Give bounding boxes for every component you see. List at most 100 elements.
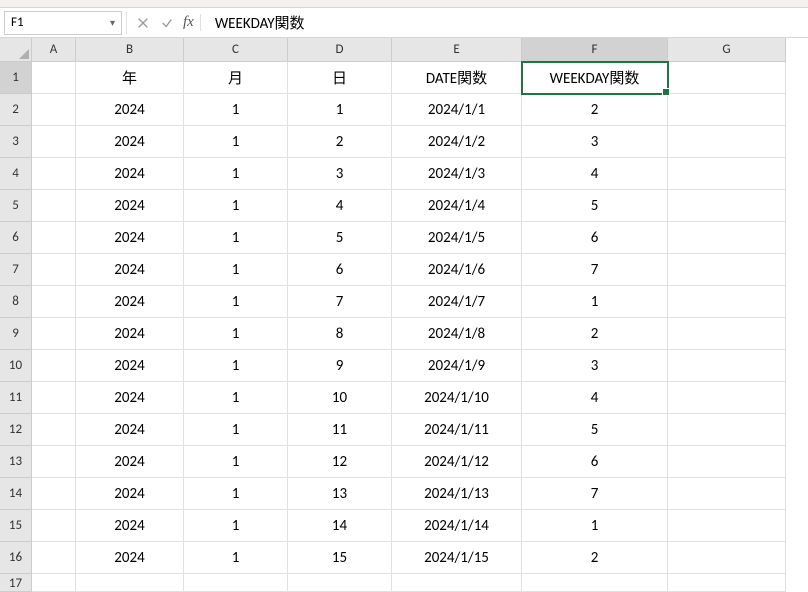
cell-B1[interactable]: 年 (76, 62, 184, 94)
cell-F17[interactable] (522, 574, 668, 592)
cell-E16[interactable]: 2024/1/15 (392, 542, 522, 574)
column-header-D[interactable]: D (288, 38, 392, 62)
cell-G17[interactable] (668, 574, 786, 592)
cell-F8[interactable]: 1 (522, 286, 668, 318)
cell-F6[interactable]: 6 (522, 222, 668, 254)
cell-B6[interactable]: 2024 (76, 222, 184, 254)
formula-input[interactable]: WEEKDAY関数 (211, 12, 804, 33)
row-header-5[interactable]: 5 (0, 190, 32, 222)
cell-G15[interactable] (668, 510, 786, 542)
cell-E15[interactable]: 2024/1/14 (392, 510, 522, 542)
cell-B15[interactable]: 2024 (76, 510, 184, 542)
cell-C3[interactable]: 1 (184, 126, 288, 158)
cell-D4[interactable]: 3 (288, 158, 392, 190)
column-header-G[interactable]: G (668, 38, 786, 62)
row-header-17[interactable]: 17 (0, 574, 32, 592)
cell-A10[interactable] (32, 350, 76, 382)
cell-G10[interactable] (668, 350, 786, 382)
cell-D8[interactable]: 7 (288, 286, 392, 318)
cell-B13[interactable]: 2024 (76, 446, 184, 478)
cell-C8[interactable]: 1 (184, 286, 288, 318)
cell-E11[interactable]: 2024/1/10 (392, 382, 522, 414)
row-header-10[interactable]: 10 (0, 350, 32, 382)
cell-D17[interactable] (288, 574, 392, 592)
cell-B4[interactable]: 2024 (76, 158, 184, 190)
column-header-E[interactable]: E (392, 38, 522, 62)
select-all-corner[interactable] (0, 38, 32, 62)
cell-G8[interactable] (668, 286, 786, 318)
cell-G7[interactable] (668, 254, 786, 286)
cell-A3[interactable] (32, 126, 76, 158)
cell-A8[interactable] (32, 286, 76, 318)
cell-C17[interactable] (184, 574, 288, 592)
cell-G16[interactable] (668, 542, 786, 574)
cell-A9[interactable] (32, 318, 76, 350)
cell-F15[interactable]: 1 (522, 510, 668, 542)
cell-C12[interactable]: 1 (184, 414, 288, 446)
cell-D16[interactable]: 15 (288, 542, 392, 574)
cell-G3[interactable] (668, 126, 786, 158)
column-header-B[interactable]: B (76, 38, 184, 62)
cell-E12[interactable]: 2024/1/11 (392, 414, 522, 446)
column-header-C[interactable]: C (184, 38, 288, 62)
cell-G11[interactable] (668, 382, 786, 414)
cell-C5[interactable]: 1 (184, 190, 288, 222)
cell-C16[interactable]: 1 (184, 542, 288, 574)
cell-D9[interactable]: 8 (288, 318, 392, 350)
cell-G9[interactable] (668, 318, 786, 350)
cell-E14[interactable]: 2024/1/13 (392, 478, 522, 510)
cell-F1[interactable]: WEEKDAY関数 (522, 62, 668, 94)
cell-C2[interactable]: 1 (184, 94, 288, 126)
cell-B7[interactable]: 2024 (76, 254, 184, 286)
column-header-F[interactable]: F (522, 38, 668, 62)
cell-F5[interactable]: 5 (522, 190, 668, 222)
cell-G5[interactable] (668, 190, 786, 222)
row-header-3[interactable]: 3 (0, 126, 32, 158)
cell-D11[interactable]: 10 (288, 382, 392, 414)
row-header-4[interactable]: 4 (0, 158, 32, 190)
cell-C10[interactable]: 1 (184, 350, 288, 382)
cell-D1[interactable]: 日 (288, 62, 392, 94)
cell-B8[interactable]: 2024 (76, 286, 184, 318)
cell-E2[interactable]: 2024/1/1 (392, 94, 522, 126)
cell-F11[interactable]: 4 (522, 382, 668, 414)
row-header-16[interactable]: 16 (0, 542, 32, 574)
cell-B17[interactable] (76, 574, 184, 592)
cell-B9[interactable]: 2024 (76, 318, 184, 350)
cell-B11[interactable]: 2024 (76, 382, 184, 414)
cell-C4[interactable]: 1 (184, 158, 288, 190)
cell-G12[interactable] (668, 414, 786, 446)
cell-D10[interactable]: 9 (288, 350, 392, 382)
cell-A1[interactable] (32, 62, 76, 94)
cell-G4[interactable] (668, 158, 786, 190)
cell-D7[interactable]: 6 (288, 254, 392, 286)
cell-A2[interactable] (32, 94, 76, 126)
row-header-2[interactable]: 2 (0, 94, 32, 126)
cell-D6[interactable]: 5 (288, 222, 392, 254)
cell-F3[interactable]: 3 (522, 126, 668, 158)
cell-G2[interactable] (668, 94, 786, 126)
name-box[interactable]: F1 ▾ (4, 11, 122, 35)
cell-D2[interactable]: 1 (288, 94, 392, 126)
cell-F13[interactable]: 6 (522, 446, 668, 478)
row-header-11[interactable]: 11 (0, 382, 32, 414)
cancel-formula-button[interactable] (131, 11, 155, 35)
cell-D13[interactable]: 12 (288, 446, 392, 478)
cell-F12[interactable]: 5 (522, 414, 668, 446)
row-header-12[interactable]: 12 (0, 414, 32, 446)
cell-B5[interactable]: 2024 (76, 190, 184, 222)
cell-A4[interactable] (32, 158, 76, 190)
cell-A17[interactable] (32, 574, 76, 592)
cell-G1[interactable] (668, 62, 786, 94)
cell-E8[interactable]: 2024/1/7 (392, 286, 522, 318)
cell-C7[interactable]: 1 (184, 254, 288, 286)
cell-A14[interactable] (32, 478, 76, 510)
cell-B14[interactable]: 2024 (76, 478, 184, 510)
cell-C1[interactable]: 月 (184, 62, 288, 94)
cell-A6[interactable] (32, 222, 76, 254)
cell-A7[interactable] (32, 254, 76, 286)
row-header-6[interactable]: 6 (0, 222, 32, 254)
cell-A13[interactable] (32, 446, 76, 478)
cell-C6[interactable]: 1 (184, 222, 288, 254)
fx-button[interactable]: fx (179, 14, 201, 31)
